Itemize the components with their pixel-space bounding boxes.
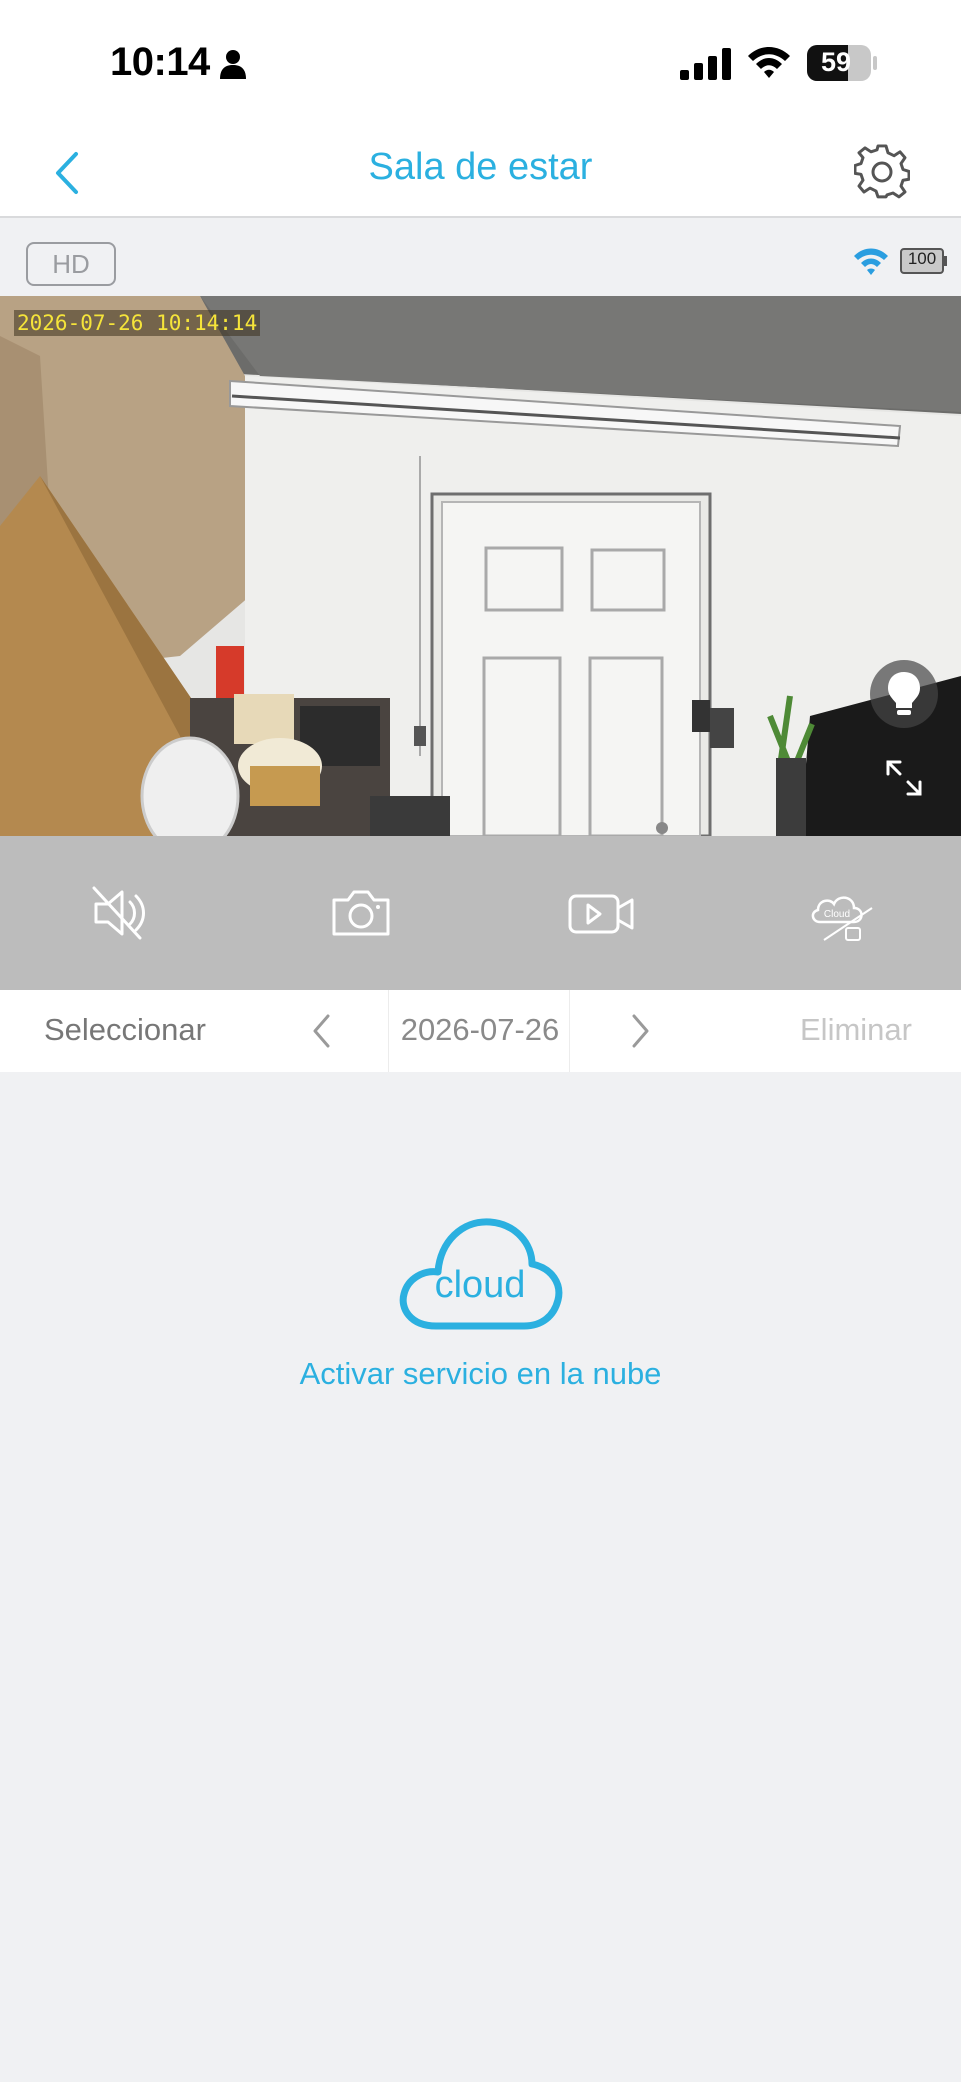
camera-snapshot-icon[interactable] [326, 880, 396, 946]
lightbulb-icon [888, 672, 920, 715]
wifi-icon [748, 47, 790, 78]
camera-wifi-icon [854, 248, 888, 275]
date-bar: Seleccionar 2026-07-26 Eliminar [0, 990, 961, 1072]
camera-live-page: 10:14 59 Sala de estar HD 100 2026-07-26… [0, 0, 961, 2082]
cellular-signal-icon [680, 48, 731, 80]
select-button[interactable]: Seleccionar [44, 1012, 206, 1048]
person-icon [220, 50, 246, 79]
video-topbar: HD 100 [0, 230, 961, 296]
cloud-icon-label: cloud [434, 1264, 526, 1306]
hd-quality-button[interactable]: HD [26, 242, 116, 286]
fullscreen-icon[interactable] [884, 758, 924, 798]
room-scene [0, 296, 961, 836]
activate-cloud-service-link[interactable]: Activar servicio en la nube [0, 1356, 961, 1392]
page-title: Sala de estar [368, 146, 593, 188]
controls-bar: Cloud [0, 836, 961, 990]
camera-battery-level: 100 [907, 249, 937, 268]
next-date-icon[interactable] [628, 1012, 652, 1050]
record-video-icon[interactable] [566, 880, 636, 946]
selected-date: 2026-07-26 [400, 1012, 560, 1047]
previous-date-icon[interactable] [310, 1012, 334, 1050]
battery-level: 59 [820, 47, 852, 77]
delete-button[interactable]: Eliminar [800, 1012, 912, 1048]
video-timestamp: 2026-07-26 10:14:14 [14, 310, 261, 336]
light-toggle-button[interactable] [870, 660, 938, 728]
gear-icon[interactable] [854, 144, 910, 200]
nav-bar: Sala de estar [0, 120, 961, 218]
mute-icon[interactable] [86, 880, 156, 946]
date-picker[interactable]: 2026-07-26 [388, 990, 570, 1072]
status-bar: 10:14 59 [0, 0, 961, 120]
status-time: 10:14 [110, 40, 210, 84]
live-video-feed[interactable]: 2026-07-26 10:14:14 [0, 296, 961, 836]
svg-text:Cloud: Cloud [824, 909, 850, 920]
cloud-tf-icon[interactable]: Cloud [806, 880, 876, 946]
